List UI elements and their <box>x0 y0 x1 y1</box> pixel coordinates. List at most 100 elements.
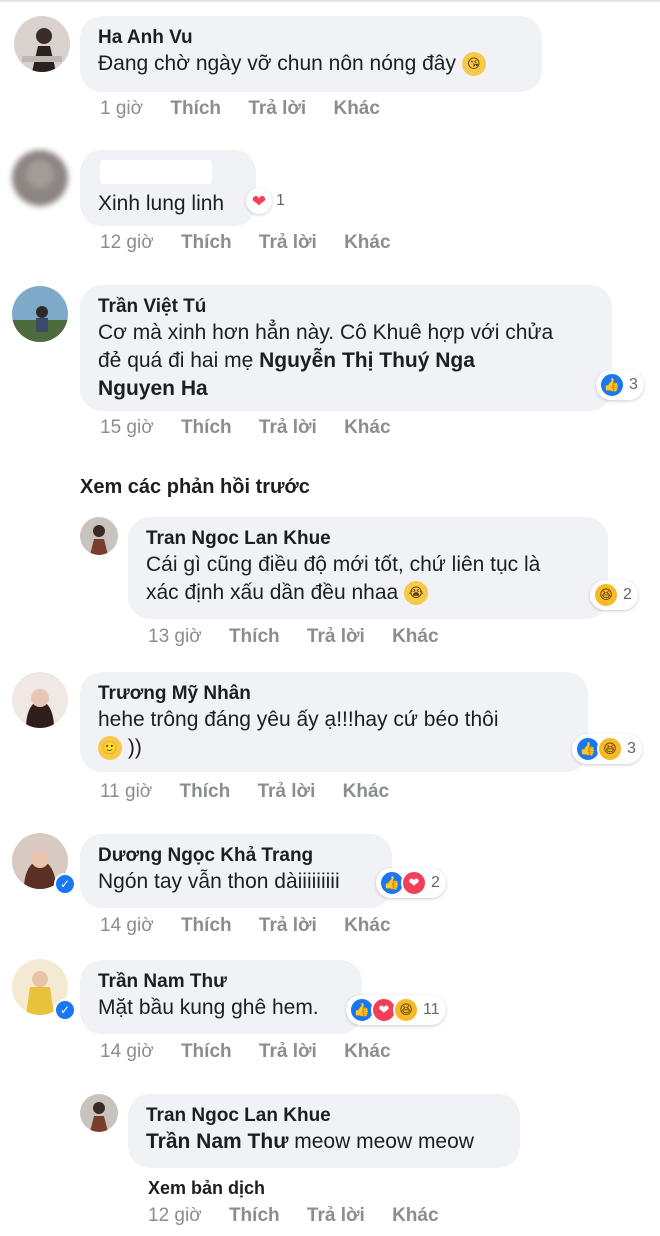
reply-actions: 13 giờ Thích Trả lời Khác <box>148 626 461 648</box>
more-action[interactable]: Khác <box>333 98 379 119</box>
like-action[interactable]: Thích <box>181 1041 232 1062</box>
comment-bubble: Dương Ngọc Khả Trang Ngón tay vẫn thon d… <box>80 834 392 908</box>
more-action[interactable]: Khác <box>343 781 389 802</box>
reply-action[interactable]: Trả lời <box>259 232 317 253</box>
mention-link[interactable]: Trần Nam Thư <box>146 1130 288 1153</box>
reaction-summary[interactable]: ❤ 1 <box>244 186 285 216</box>
reply-action[interactable]: Trả lời <box>257 781 315 802</box>
comment-time[interactable]: 1 giờ <box>100 98 143 119</box>
reaction-count: 11 <box>423 1001 440 1018</box>
comment-actions: 14 giờ Thích Trả lời Khác <box>100 1041 413 1063</box>
reply-author[interactable]: Tran Ngoc Lan Khue <box>146 527 590 551</box>
comment-bubble: Trần Việt Tú Cơ mà xinh hơn hẳn này. Cô … <box>80 285 612 411</box>
like-action[interactable]: Thích <box>181 417 232 438</box>
reply-action[interactable]: Trả lời <box>307 626 365 647</box>
mention-link[interactable]: Nguyễn Thị Thuý Nga <box>259 349 475 372</box>
more-action[interactable]: Khác <box>392 626 438 647</box>
comment-author[interactable]: Ha Anh Vu <box>98 26 524 50</box>
reaction-count: 2 <box>431 874 440 891</box>
like-action[interactable]: Thích <box>170 98 221 119</box>
like-action[interactable]: Thích <box>229 1205 280 1226</box>
comment-actions: 14 giờ Thích Trả lời Khác <box>100 915 413 937</box>
reaction-summary[interactable]: 👍 ❤ 2 <box>376 868 446 898</box>
comment-text: Mặt bầu kung ghê hem. <box>98 996 319 1019</box>
reaction-count: 2 <box>623 586 632 603</box>
comment-bubble: Ha Anh Vu Đang chờ ngày vỡ chun nôn nóng… <box>80 16 542 92</box>
comment-author[interactable]: Trần Việt Tú <box>98 295 594 319</box>
comment-thread: Ha Anh Vu Đang chờ ngày vỡ chun nôn nóng… <box>0 0 660 1236</box>
comment-time[interactable]: 15 giờ <box>100 417 154 438</box>
more-action[interactable]: Khác <box>392 1205 438 1226</box>
comment-author[interactable] <box>100 160 212 184</box>
reply-time[interactable]: 12 giờ <box>148 1205 202 1226</box>
like-action[interactable]: Thích <box>180 781 231 802</box>
haha-icon: 😆 <box>593 582 619 608</box>
like-icon: 👍 <box>599 372 625 398</box>
reply-action[interactable]: Trả lời <box>307 1205 365 1226</box>
comment-time[interactable]: 14 giờ <box>100 915 154 936</box>
like-action[interactable]: Thích <box>181 232 232 253</box>
comment-author[interactable]: Dương Ngọc Khả Trang <box>98 844 374 868</box>
comment-bubble: Trần Nam Thư Mặt bầu kung ghê hem. <box>80 960 362 1034</box>
like-action[interactable]: Thích <box>181 915 232 936</box>
reply-action[interactable]: Trả lời <box>259 1041 317 1062</box>
comment-actions: 1 giờ Thích Trả lời Khác <box>100 98 402 120</box>
more-action[interactable]: Khác <box>344 915 390 936</box>
comment-text: Ngón tay vẫn thon dàiiiiiiiii <box>98 870 340 893</box>
reaction-summary[interactable]: 👍 ❤ 😆 11 <box>346 995 446 1025</box>
heart-icon: ❤ <box>246 188 272 214</box>
crying-face-emoji-icon: 😭 <box>404 581 429 606</box>
comment-bubble: Xinh lung linh <box>80 150 256 226</box>
love-icon: ❤ <box>401 870 427 896</box>
comment-author[interactable]: Trần Nam Thư <box>98 970 344 994</box>
comment-text: hehe trông đáng yêu ấy ạ!!!hay cứ béo th… <box>98 708 499 761</box>
verified-badge-icon: ✓ <box>54 999 76 1021</box>
reaction-summary[interactable]: 😆 2 <box>590 580 638 610</box>
reaction-count: 3 <box>627 740 636 757</box>
reply-action[interactable]: Trả lời <box>248 98 306 119</box>
reaction-summary[interactable]: 👍 😆 3 <box>572 734 642 764</box>
kiss-face-emoji-icon: 😘 <box>461 52 486 77</box>
comment-time[interactable]: 11 giờ <box>100 781 152 802</box>
avatar[interactable] <box>80 1094 118 1132</box>
avatar[interactable] <box>12 286 68 342</box>
verified-badge-icon: ✓ <box>54 873 76 895</box>
more-action[interactable]: Khác <box>344 417 390 438</box>
like-action[interactable]: Thích <box>229 626 280 647</box>
haha-icon: 😆 <box>393 997 419 1023</box>
reaction-summary[interactable]: 👍 3 <box>596 370 644 400</box>
avatar[interactable] <box>12 150 68 206</box>
comment-time[interactable]: 12 giờ <box>100 232 154 253</box>
reaction-count: 1 <box>276 192 285 209</box>
reply-action[interactable]: Trả lời <box>259 915 317 936</box>
reaction-count: 3 <box>629 376 638 393</box>
comment-time[interactable]: 14 giờ <box>100 1041 154 1062</box>
comment-bubble: Trương Mỹ Nhân hehe trông đáng yêu ấy ạ!… <box>80 672 588 772</box>
reply-author[interactable]: Tran Ngoc Lan Khue <box>146 1104 502 1128</box>
more-action[interactable]: Khác <box>344 232 390 253</box>
divider <box>0 0 660 2</box>
haha-icon: 😆 <box>597 736 623 762</box>
see-translation-link[interactable]: Xem bản dịch <box>148 1178 265 1199</box>
reply-bubble: Tran Ngoc Lan Khue Trần Nam Thư meow meo… <box>128 1094 520 1168</box>
comment-actions: 11 giờ Thích Trả lời Khác <box>100 781 411 803</box>
reply-text: Trần Nam Thư meow meow meow <box>146 1130 474 1153</box>
more-action[interactable]: Khác <box>344 1041 390 1062</box>
comment-actions: 15 giờ Thích Trả lời Khác <box>100 417 413 439</box>
avatar[interactable] <box>12 672 68 728</box>
comment-text: Xinh lung linh <box>98 192 225 215</box>
comment-actions: 12 giờ Thích Trả lời Khác <box>100 232 413 254</box>
reply-text: Cái gì cũng điều độ mới tốt, chứ liên tụ… <box>146 553 541 606</box>
comment-text: Cơ mà xinh hơn hẳn này. Cô Khuê hợp với … <box>98 321 554 400</box>
smile-face-emoji-icon: 🙂 <box>98 736 122 761</box>
avatar[interactable] <box>80 517 118 555</box>
comment-text: Đang chờ ngày vỡ chun nôn nóng đây 😘 <box>98 50 524 78</box>
mention-link[interactable]: Nguyen Ha <box>98 377 208 400</box>
reply-time[interactable]: 13 giờ <box>148 626 202 647</box>
reply-bubble: Tran Ngoc Lan Khue Cái gì cũng điều độ m… <box>128 517 608 619</box>
reply-actions: 12 giờ Thích Trả lời Khác <box>148 1205 461 1227</box>
reply-action[interactable]: Trả lời <box>259 417 317 438</box>
view-previous-replies-link[interactable]: Xem các phản hồi trước <box>80 476 310 499</box>
avatar[interactable] <box>14 16 70 72</box>
comment-author[interactable]: Trương Mỹ Nhân <box>98 682 570 706</box>
